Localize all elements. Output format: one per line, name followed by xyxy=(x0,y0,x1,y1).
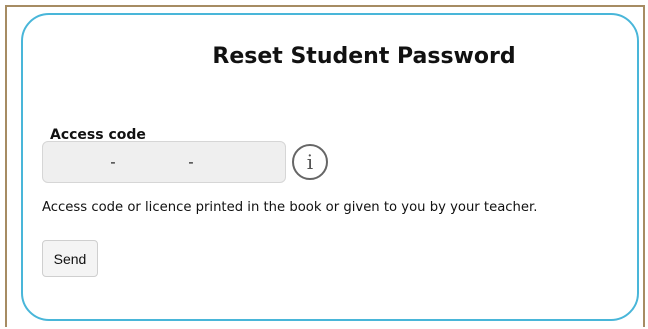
info-icon[interactable]: i xyxy=(292,144,328,180)
access-code-segment-1[interactable] xyxy=(43,142,103,182)
access-code-input[interactable]: - - xyxy=(42,141,286,183)
page-title: Reset Student Password xyxy=(212,44,516,69)
access-code-separator-2: - xyxy=(188,153,194,171)
access-code-separator-1: - xyxy=(110,153,116,171)
access-code-segment-3[interactable] xyxy=(201,142,281,182)
access-code-segment-2[interactable] xyxy=(123,142,181,182)
access-code-help-text: Access code or licence printed in the bo… xyxy=(42,200,538,215)
send-button[interactable]: Send xyxy=(42,240,98,277)
